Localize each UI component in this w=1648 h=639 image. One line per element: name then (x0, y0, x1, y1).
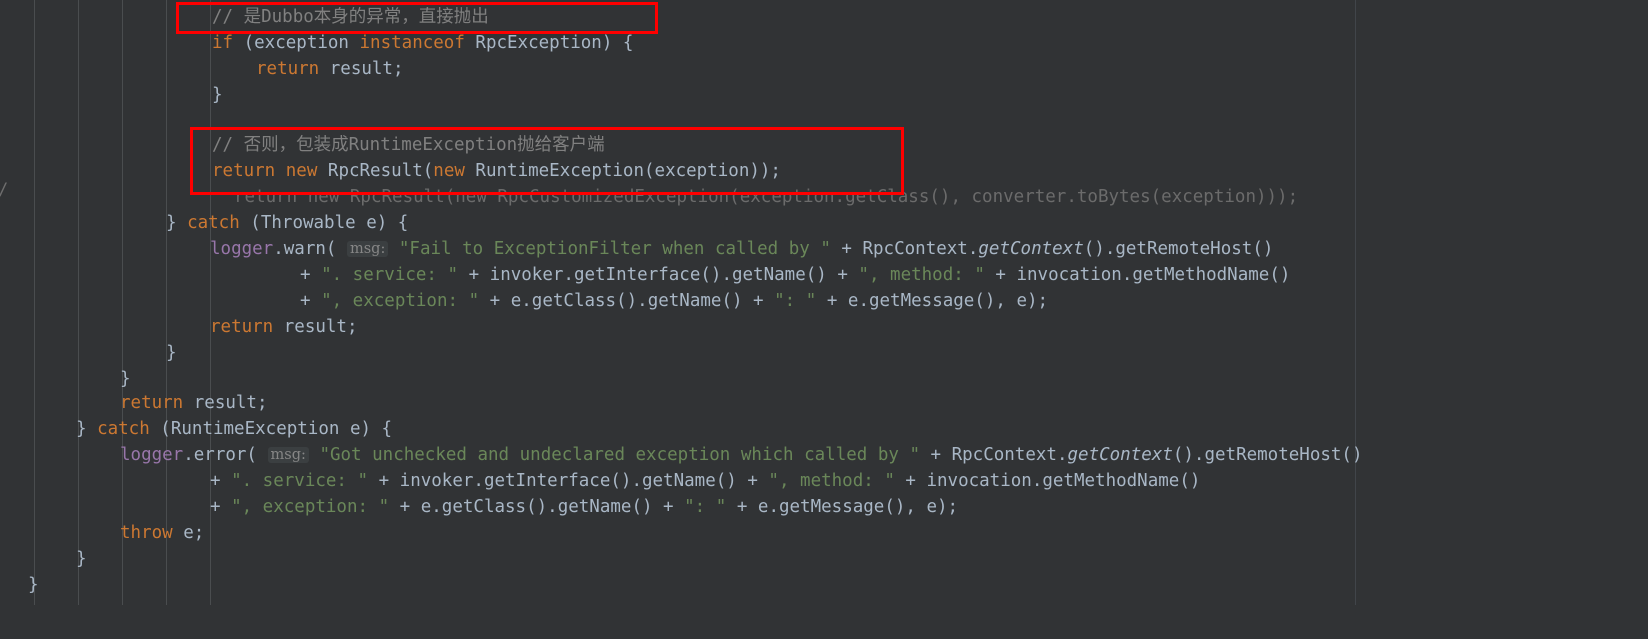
code-token-str: "Fail to ExceptionFilter when called by … (398, 239, 831, 259)
code-token-plain: + e.getMessage(), e); (726, 497, 959, 517)
code-token-kw: return (210, 317, 274, 337)
code-token-kw: new (285, 161, 318, 181)
code-token-str: "Got unchecked and undeclared exception … (319, 445, 920, 465)
code-line[interactable]: + ", exception: " + e.getClass().getName… (210, 494, 958, 520)
code-token-kw: return (212, 161, 276, 181)
code-line[interactable]: return new RpcResult(new RpcCustomizedEx… (234, 184, 1298, 210)
code-token-stat: getContext (978, 239, 1084, 259)
code-token-kw: throw (120, 523, 173, 543)
code-line[interactable]: return result; (210, 314, 358, 340)
code-token-plain: RpcResult( (317, 161, 434, 181)
code-token-plain: (Throwable e) { (239, 213, 409, 233)
code-content[interactable]: // 是Dubbo本身的异常，直接抛出 if (exception instanc… (0, 0, 1648, 639)
code-token-plain: ().getRemoteHost() (1083, 239, 1274, 259)
code-token-kw: new (433, 161, 465, 181)
code-line[interactable]: logger.error( msg: "Got unchecked and un… (120, 442, 1363, 468)
code-token-stat: getContext (1067, 445, 1173, 465)
code-token-plain: + (300, 291, 322, 311)
code-token-plain: RpcException) { (464, 33, 634, 53)
code-line[interactable]: } (28, 572, 39, 598)
code-token-plain: } (76, 419, 98, 439)
code-token-plain: } (166, 213, 188, 233)
code-line[interactable]: } (120, 366, 131, 392)
code-line[interactable]: } (76, 546, 87, 572)
code-token-kw: return (256, 59, 320, 79)
code-token-str: ", exception: " (231, 497, 390, 517)
code-token-plain: (RuntimeException e) { (149, 419, 393, 439)
code-line[interactable]: } catch (Throwable e) { (166, 210, 408, 236)
code-token-str: ", exception: " (321, 291, 480, 311)
code-token-kw: catch (187, 213, 240, 233)
code-token-plain: + RpcContext. (830, 239, 979, 259)
editor-empty-area (0, 605, 1648, 639)
code-line[interactable]: return result; (120, 390, 268, 416)
parameter-hint-badge[interactable]: msg: (267, 447, 309, 463)
code-line[interactable]: // 是Dubbo本身的异常，直接抛出 (212, 4, 489, 30)
code-token-str: ": " (684, 497, 727, 517)
code-token-plain: } (120, 369, 131, 389)
code-line[interactable]: if (exception instanceof RpcException) { (212, 30, 633, 56)
code-token-str: ". service: " (231, 471, 369, 491)
code-token-kw: instanceof (359, 33, 465, 53)
code-token-plain: ().getRemoteHost() (1172, 445, 1363, 465)
code-token-plain: .error( (183, 445, 257, 465)
code-token-kw: catch (97, 419, 150, 439)
code-token-plain: RuntimeException(exception)); (464, 161, 781, 181)
code-token-plain: + (210, 497, 232, 517)
code-token-plain: e; (172, 523, 205, 543)
code-token-cmt: // 是Dubbo本身的异常，直接抛出 (212, 7, 489, 27)
code-token-plain: + e.getMessage(), e); (816, 291, 1049, 311)
code-token-plain: + (300, 265, 322, 285)
code-token-plain: + (210, 471, 232, 491)
code-token-plain: + invocation.getMethodName() (894, 471, 1201, 491)
code-line[interactable]: + ". service: " + invoker.getInterface()… (210, 468, 1200, 494)
code-token-dim: return new RpcResult(new RpcCustomizedEx… (234, 187, 1299, 207)
code-token-str: ", method: " (858, 265, 985, 285)
code-token-plain: + RpcContext. (919, 445, 1068, 465)
code-line[interactable]: logger.warn( msg: "Fail to ExceptionFilt… (210, 236, 1273, 262)
code-token-plain: + invocation.getMethodName() (984, 265, 1291, 285)
code-token-plain: } (212, 85, 223, 105)
code-token-plain: + invoker.getInterface().getName() + (368, 471, 769, 491)
code-line[interactable]: } (212, 82, 223, 108)
parameter-hint-badge[interactable]: msg: (346, 241, 389, 257)
code-line[interactable]: + ". service: " + invoker.getInterface()… (300, 262, 1290, 288)
code-token-plain: .warn( (273, 239, 337, 259)
code-line[interactable]: + ", exception: " + e.getClass().getName… (300, 288, 1048, 314)
code-token-plain: } (28, 575, 39, 595)
code-line[interactable]: } catch (RuntimeException e) { (76, 416, 392, 442)
code-token-plain: + invoker.getInterface().getName() + (458, 265, 859, 285)
code-token-plain: result; (319, 59, 404, 79)
code-line[interactable]: throw e; (120, 520, 204, 546)
code-token-str: ", method: " (768, 471, 895, 491)
code-token-field: logger (120, 445, 184, 465)
code-line[interactable]: return result; (256, 56, 404, 82)
code-editor[interactable]: / // 是Dubbo本身的异常，直接抛出if (exception insta… (0, 0, 1648, 639)
code-token-cmt: // 否则，包装成RuntimeException抛给客户端 (212, 135, 605, 155)
code-token-str: ". service: " (321, 265, 459, 285)
code-line[interactable]: // 否则，包装成RuntimeException抛给客户端 (212, 132, 605, 158)
code-token-str: ": " (774, 291, 817, 311)
code-token-plain: } (166, 343, 177, 363)
code-token-plain: + e.getClass().getName() + (389, 497, 685, 517)
code-token-plain: result; (183, 393, 268, 413)
code-token-plain: } (76, 549, 87, 569)
code-token-plain: result; (273, 317, 358, 337)
code-line[interactable]: return new RpcResult(new RuntimeExceptio… (212, 158, 781, 184)
code-token-plain: (exception (233, 33, 360, 53)
code-token-plain: + e.getClass().getName() + (479, 291, 775, 311)
code-line[interactable]: } (166, 340, 177, 366)
code-token-kw: return (120, 393, 184, 413)
code-token-kw: if (212, 33, 234, 53)
code-token-field: logger (210, 239, 274, 259)
